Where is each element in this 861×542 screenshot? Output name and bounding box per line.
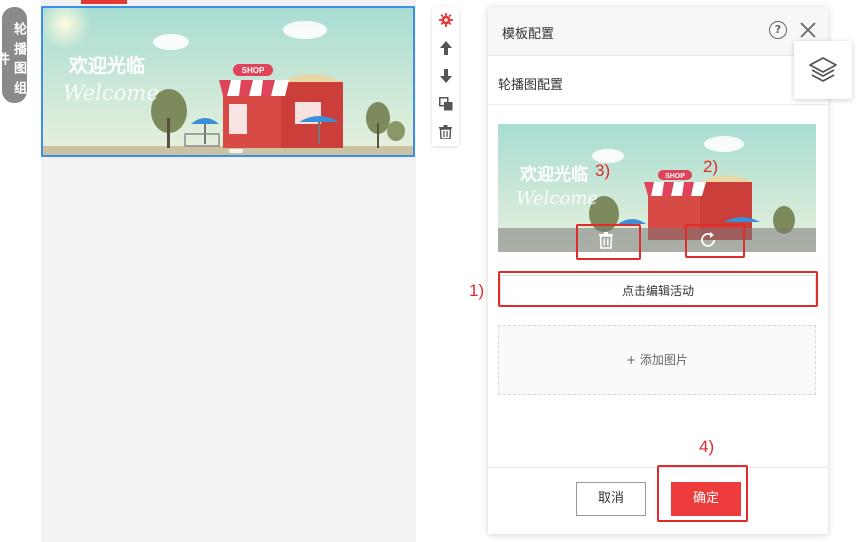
panel-title: 模板配置 bbox=[502, 27, 555, 42]
close-icon[interactable] bbox=[798, 20, 818, 40]
layers-icon bbox=[809, 57, 837, 82]
thumb-shop-sign: SHOP bbox=[665, 173, 685, 180]
thumb-script: Welcome bbox=[516, 188, 598, 209]
annotation-label-3: 3) bbox=[595, 161, 611, 180]
panel-header: 模板配置 ? bbox=[488, 7, 828, 56]
annotation-box-1 bbox=[498, 271, 818, 307]
annotation-box-2 bbox=[685, 224, 745, 258]
shop-sign: SHOP bbox=[242, 66, 265, 75]
side-tab-char: 轮 bbox=[11, 22, 26, 37]
trash-icon bbox=[439, 125, 452, 139]
side-tab-char: 件 bbox=[0, 51, 9, 66]
add-image-button[interactable]: + 添加图片 bbox=[498, 325, 816, 395]
annotation-label-4: 4) bbox=[699, 437, 715, 456]
move-down-button[interactable] bbox=[432, 65, 459, 87]
thumb-headline: 欢迎光临 bbox=[519, 164, 588, 185]
annotation-box-3 bbox=[576, 224, 641, 260]
banner-script: Welcome bbox=[63, 81, 159, 105]
annotation-label-2: 2) bbox=[703, 157, 719, 176]
move-up-button[interactable] bbox=[432, 37, 459, 59]
side-tab-char: 图 bbox=[11, 61, 26, 76]
side-tab-char: 播 bbox=[11, 41, 26, 56]
copy-button[interactable] bbox=[432, 93, 459, 115]
layers-button[interactable] bbox=[794, 41, 852, 99]
delete-button[interactable] bbox=[432, 121, 459, 143]
carousel-image-thumbnail: SHOP 欢迎光临 Welcome bbox=[498, 124, 816, 252]
side-tab-char: 组 bbox=[11, 80, 26, 95]
banner-headline: 欢迎光临 bbox=[68, 54, 145, 77]
editor-screen: 轮 播 图 组 件 SHOP 欢迎光临 Welcome 模板配置 ? 轮播图配置… bbox=[0, 0, 861, 542]
carousel-banner-selected[interactable]: SHOP 欢迎光临 Welcome bbox=[41, 6, 415, 157]
copy-icon bbox=[438, 97, 452, 111]
arrow-down-icon bbox=[439, 69, 452, 83]
settings-button[interactable] bbox=[432, 9, 459, 31]
annotation-box-4 bbox=[657, 465, 748, 522]
component-toolbar bbox=[432, 7, 459, 146]
thumbnail-action-bar bbox=[498, 228, 816, 252]
help-icon[interactable]: ? bbox=[769, 21, 787, 39]
gear-icon bbox=[438, 13, 453, 27]
carousel-component-tab[interactable]: 轮 播 图 组 件 bbox=[0, 7, 27, 103]
arrow-up-icon bbox=[439, 41, 452, 55]
active-indicator bbox=[81, 0, 127, 4]
cancel-button[interactable]: 取消 bbox=[576, 482, 646, 516]
divider bbox=[488, 104, 828, 105]
annotation-label-1: 1) bbox=[469, 281, 485, 300]
banner-illustration: SHOP 欢迎光临 Welcome bbox=[43, 8, 413, 155]
section-title: 轮播图配置 bbox=[498, 78, 564, 93]
